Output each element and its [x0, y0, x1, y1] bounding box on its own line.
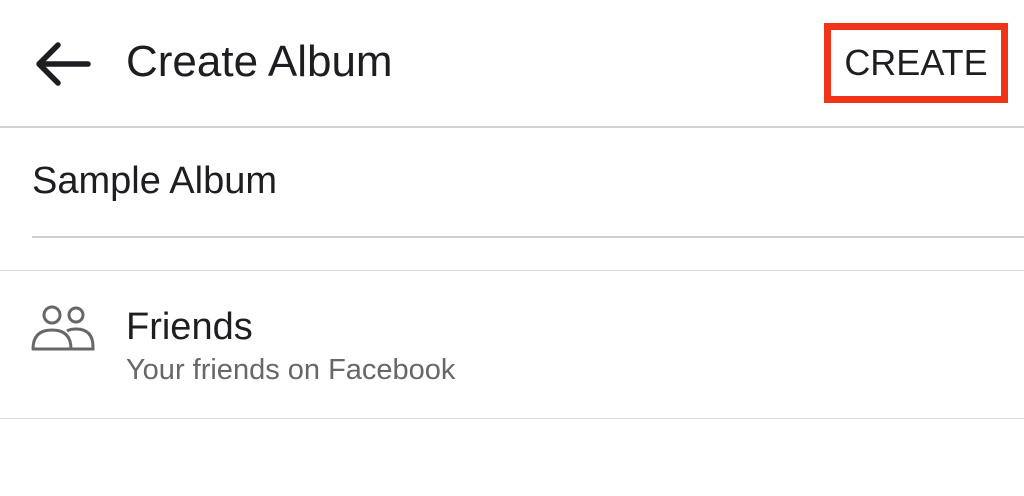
friends-icon: [31, 305, 95, 351]
page-title: Create Album: [126, 37, 393, 86]
back-button[interactable]: [30, 36, 94, 92]
privacy-selector[interactable]: Friends Your friends on Facebook: [0, 271, 1024, 419]
create-button[interactable]: CREATE: [824, 23, 1008, 103]
bottom-divider: [0, 418, 1024, 419]
header-divider: [0, 126, 1024, 128]
arrow-left-icon: [36, 42, 91, 86]
top-app-bar: Create Album CREATE: [0, 0, 1024, 126]
album-name-underline: [32, 236, 1024, 238]
album-name-input[interactable]: [32, 157, 992, 205]
create-album-screen: Create Album CREATE Friends Your friends…: [0, 0, 1024, 496]
privacy-label: Friends: [126, 306, 253, 348]
privacy-description: Your friends on Facebook: [126, 354, 456, 386]
